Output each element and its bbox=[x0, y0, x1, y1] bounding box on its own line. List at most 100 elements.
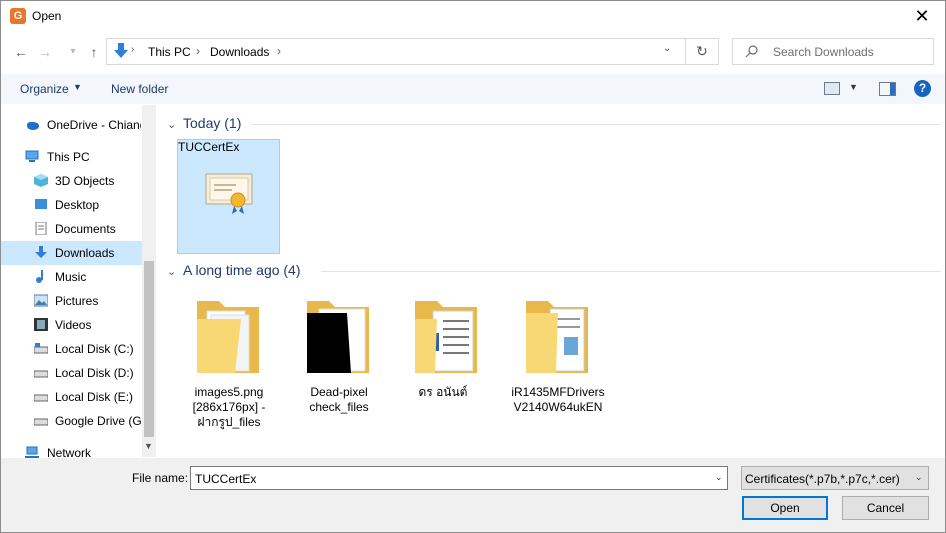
recent-locations-chevron-icon[interactable]: ▾ bbox=[63, 41, 83, 63]
download-icon bbox=[35, 246, 47, 258]
nav-label: Google Drive (G: bbox=[55, 414, 141, 428]
nav-label: Music bbox=[55, 270, 87, 284]
chevron-right-icon: › bbox=[131, 44, 135, 55]
cloud-icon bbox=[27, 122, 39, 130]
nav-item-google-drive[interactable]: Google Drive (G: bbox=[1, 409, 141, 433]
nav-item-3d-objects[interactable]: 3D Objects bbox=[1, 169, 141, 193]
computer-icon bbox=[25, 150, 39, 162]
file-type-value: Certificates(*.p7b,*.p7c,*.cer) bbox=[745, 472, 900, 486]
back-arrow-icon[interactable]: ← bbox=[11, 41, 31, 63]
chevron-down-icon[interactable]: ⌄ bbox=[663, 43, 671, 54]
search-icon bbox=[745, 45, 758, 58]
file-name-label: File name: bbox=[132, 471, 189, 485]
nav-item-local-disk-d[interactable]: Local Disk (D:) bbox=[1, 361, 141, 385]
search-placeholder: Search Downloads bbox=[773, 45, 874, 59]
drive-icon bbox=[34, 343, 48, 354]
certificate-icon bbox=[205, 173, 253, 214]
chevron-down-icon[interactable]: ⌄ bbox=[167, 118, 176, 131]
group-header-today[interactable]: Today (1) bbox=[183, 115, 241, 131]
desktop-icon bbox=[35, 199, 47, 209]
nav-item-documents[interactable]: Documents bbox=[1, 217, 141, 241]
nav-item-onedrive[interactable]: OneDrive - Chiang bbox=[1, 113, 141, 137]
nav-item-this-pc[interactable]: This PC bbox=[1, 145, 141, 169]
nav-label: Documents bbox=[55, 222, 116, 236]
open-button[interactable]: Open bbox=[742, 496, 828, 520]
drive-icon bbox=[34, 370, 48, 378]
help-icon[interactable]: ? bbox=[914, 80, 931, 97]
nav-item-local-disk-e[interactable]: Local Disk (E:) bbox=[1, 385, 141, 409]
file-name: check_files bbox=[309, 400, 369, 414]
refresh-icon[interactable]: ↻ bbox=[686, 38, 719, 65]
nav-label: Downloads bbox=[55, 246, 115, 260]
file-name: TUCCertEx bbox=[178, 140, 240, 154]
address-bar[interactable]: › This PC › Downloads › ⌄ bbox=[106, 38, 686, 65]
breadcrumb-downloads[interactable]: Downloads bbox=[210, 45, 269, 59]
scroll-down-icon[interactable]: ▼ bbox=[144, 441, 153, 451]
file-name: ดร อนันต์ bbox=[418, 385, 468, 399]
cancel-button[interactable]: Cancel bbox=[842, 496, 929, 520]
nav-item-desktop[interactable]: Desktop bbox=[1, 193, 141, 217]
picture-icon bbox=[34, 294, 48, 307]
up-arrow-icon[interactable]: ↑ bbox=[84, 41, 104, 63]
close-icon[interactable]: ✕ bbox=[899, 1, 945, 32]
folder-item[interactable]: Dead-pixel check_files bbox=[287, 289, 391, 419]
new-folder-button[interactable]: New folder bbox=[111, 82, 168, 96]
organize-button[interactable]: Organize bbox=[20, 82, 69, 96]
file-name: iR1435MFDrivers bbox=[511, 385, 605, 399]
nav-scrollbar-thumb[interactable] bbox=[144, 261, 154, 437]
chevron-right-icon[interactable]: › bbox=[277, 44, 281, 58]
caret-down-icon[interactable]: ▼ bbox=[73, 82, 82, 92]
chevron-right-icon[interactable]: › bbox=[196, 44, 200, 58]
music-icon bbox=[36, 270, 43, 283]
folder-icon bbox=[197, 301, 259, 373]
file-name-value: TUCCertEx bbox=[195, 472, 257, 486]
chevron-down-icon[interactable]: ⌄ bbox=[167, 265, 176, 278]
nav-label: Desktop bbox=[55, 198, 100, 212]
nav-label: OneDrive - Chiang bbox=[47, 118, 141, 132]
file-name: images5.png bbox=[194, 385, 264, 399]
nav-label: 3D Objects bbox=[55, 174, 115, 188]
preview-pane-icon[interactable] bbox=[879, 82, 896, 96]
nav-label: Local Disk (C:) bbox=[55, 342, 134, 356]
group-divider bbox=[251, 124, 941, 125]
caret-down-icon[interactable]: ▼ bbox=[849, 82, 858, 92]
app-icon: G bbox=[10, 8, 26, 24]
chevron-down-icon[interactable]: ⌄ bbox=[915, 472, 923, 483]
group-divider bbox=[321, 271, 941, 272]
nav-item-videos[interactable]: Videos bbox=[1, 313, 141, 337]
file-type-select[interactable]: Certificates(*.p7b,*.p7c,*.cer) ⌄ bbox=[741, 466, 929, 490]
drive-icon bbox=[34, 394, 48, 402]
forward-arrow-icon[interactable]: → bbox=[35, 41, 55, 63]
file-item-certificate[interactable]: TUCCertEx bbox=[177, 139, 280, 254]
nav-item-music[interactable]: Music bbox=[1, 265, 141, 289]
file-name-input[interactable]: TUCCertEx ⌄ bbox=[190, 466, 728, 490]
navigation-pane: OneDrive - Chiang This PC 3D Objects Des… bbox=[1, 105, 156, 460]
video-icon bbox=[34, 318, 48, 331]
file-name: [286x176px] - bbox=[192, 400, 266, 414]
open-dialog: G Open ✕ ← → ▾ ↑ › This PC › Downloads ›… bbox=[0, 0, 946, 533]
download-arrow-icon bbox=[114, 43, 128, 58]
file-name: V2140W64ukEN bbox=[513, 400, 603, 414]
folder-icon bbox=[415, 301, 477, 373]
title-bar: G Open ✕ bbox=[1, 1, 945, 32]
nav-label: Local Disk (D:) bbox=[55, 366, 134, 380]
nav-label: Local Disk (E:) bbox=[55, 390, 134, 404]
folder-item[interactable]: iR1435MFDrivers V2140W64ukEN bbox=[506, 289, 610, 419]
drive-icon bbox=[34, 418, 48, 426]
group-header-long-ago[interactable]: A long time ago (4) bbox=[183, 262, 301, 278]
chevron-down-icon[interactable]: ⌄ bbox=[715, 472, 723, 483]
search-input[interactable]: Search Downloads bbox=[732, 38, 934, 65]
file-name: Dead-pixel bbox=[310, 385, 368, 399]
folder-item[interactable]: ดร อนันต์ bbox=[391, 289, 495, 404]
nav-label: This PC bbox=[47, 150, 90, 164]
breadcrumb-this-pc[interactable]: This PC bbox=[148, 45, 191, 59]
folder-item[interactable]: images5.png [286x176px] - ฝากรูป_files bbox=[177, 289, 281, 434]
nav-item-downloads[interactable]: Downloads bbox=[1, 241, 142, 265]
nav-label: Pictures bbox=[55, 294, 99, 308]
nav-item-pictures[interactable]: Pictures bbox=[1, 289, 141, 313]
nav-label: Videos bbox=[55, 318, 92, 332]
nav-item-local-disk-c[interactable]: Local Disk (C:) bbox=[1, 337, 141, 361]
change-view-icon[interactable] bbox=[824, 82, 840, 95]
folder-icon bbox=[307, 301, 369, 373]
folder-icon bbox=[526, 301, 588, 373]
